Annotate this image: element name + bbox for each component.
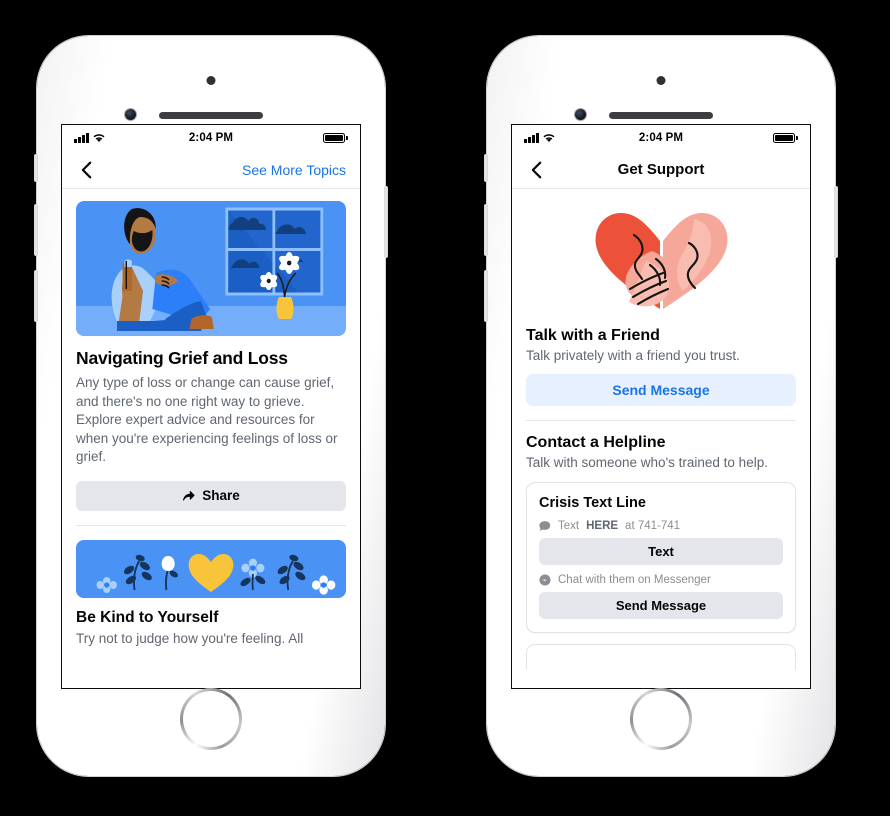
status-bar-left: 2:04 PM <box>62 125 360 151</box>
home-button-right[interactable] <box>630 688 692 750</box>
next-helpline-card-partial[interactable] <box>526 644 796 670</box>
nav-bar-right: Get Support <box>512 151 810 189</box>
messenger-instruction-row: Chat with them on Messenger <box>539 574 783 586</box>
chevron-left-icon[interactable] <box>76 159 98 181</box>
phone-top-hardware-right <box>487 36 835 132</box>
volume-up-button-left[interactable] <box>34 204 38 256</box>
page-title: Get Support <box>617 161 705 178</box>
content-scroll-right[interactable]: Talk with a Friend Talk privately with a… <box>512 189 810 688</box>
share-button[interactable]: Share <box>76 480 346 511</box>
flowers-and-heart-banner-illustration <box>76 539 346 598</box>
speech-bubble-icon <box>539 521 551 531</box>
helpline-section-subtitle: Talk with someone who's trained to help. <box>526 455 768 470</box>
share-arrow-icon <box>183 490 195 501</box>
hero-illustration-container <box>512 189 810 327</box>
text-button[interactable]: Text <box>539 538 783 565</box>
nav-bar-left: See More Topics <box>62 151 360 189</box>
messenger-send-message-button[interactable]: Send Message <box>539 592 783 619</box>
clasped-hands-heart-illustration <box>595 213 727 309</box>
phone-top-hardware-left <box>37 36 385 132</box>
phone-screen-right: 2:04 PM Get Support Talk with a Friend T… <box>511 124 811 689</box>
next-article-description: Try not to judge how you're feeling. All <box>76 630 304 646</box>
silent-switch-left[interactable] <box>34 154 38 182</box>
content-scroll-left[interactable]: Navigating Grief and Loss Any type of lo… <box>62 189 360 688</box>
article-title: Navigating Grief and Loss <box>76 348 288 368</box>
friend-section-subtitle: Talk privately with a friend you trust. <box>526 348 740 363</box>
phone-device-left: 2:04 PM See More Topics Navigating Grief… <box>34 36 388 776</box>
see-more-topics-link[interactable]: See More Topics <box>242 162 346 178</box>
text-instruction-suffix: at 741-741 <box>625 520 681 532</box>
article-description: Any type of loss or change can cause gri… <box>76 375 338 464</box>
proximity-sensor-icon <box>575 109 586 120</box>
messenger-instruction-label: Chat with them on Messenger <box>558 574 711 586</box>
earpiece-speaker <box>159 112 263 119</box>
phone-screen-left: 2:04 PM See More Topics Navigating Grief… <box>61 124 361 689</box>
helpline-section-title: Contact a Helpline <box>526 434 666 451</box>
messenger-icon <box>539 574 551 586</box>
status-bar-right: 2:04 PM <box>512 125 810 151</box>
text-instruction-row: Text HERE at 741-741 <box>539 520 783 532</box>
home-button-left[interactable] <box>180 688 242 750</box>
friend-section-title: Talk with a Friend <box>526 327 660 344</box>
earpiece-speaker <box>609 112 713 119</box>
front-camera-icon <box>206 76 216 85</box>
chevron-left-icon[interactable] <box>526 159 548 181</box>
helpline-name: Crisis Text Line <box>539 495 646 511</box>
share-button-label: Share <box>202 488 240 503</box>
text-instruction-keyword: HERE <box>586 520 619 532</box>
send-message-button[interactable]: Send Message <box>526 374 796 406</box>
status-bar-time: 2:04 PM <box>188 132 234 144</box>
volume-up-button-right[interactable] <box>484 204 488 256</box>
helpline-card-crisis-text-line: Crisis Text Line Text HERE at 741-741 Te… <box>526 482 796 633</box>
text-instruction-prefix: Text <box>558 520 580 532</box>
silent-switch-right[interactable] <box>484 154 488 182</box>
section-divider <box>526 420 796 421</box>
power-button-left[interactable] <box>384 186 388 258</box>
power-button-right[interactable] <box>834 186 838 258</box>
seated-man-by-window-illustration <box>76 201 346 336</box>
proximity-sensor-icon <box>125 109 136 120</box>
section-divider <box>76 524 346 526</box>
screenshot-stage: 2:04 PM See More Topics Navigating Grief… <box>0 0 890 816</box>
status-bar-time: 2:04 PM <box>638 132 684 144</box>
front-camera-icon <box>656 76 666 85</box>
volume-down-button-right[interactable] <box>484 270 488 322</box>
volume-down-button-left[interactable] <box>34 270 38 322</box>
next-article-title: Be Kind to Yourself <box>76 608 219 626</box>
phone-device-right: 2:04 PM Get Support Talk with a Friend T… <box>484 36 838 776</box>
